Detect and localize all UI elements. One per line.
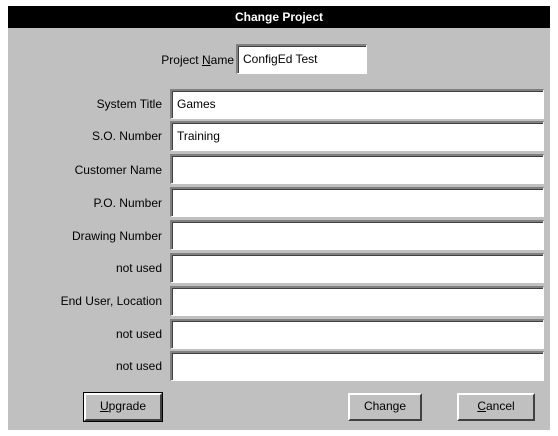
- not-used-label-2: not used: [115, 327, 162, 341]
- not-used-label-1: not used: [115, 261, 162, 275]
- system-title-field[interactable]: Games: [170, 89, 544, 119]
- not-used-label-3: not used: [115, 359, 162, 373]
- so-number-label: S.O. Number: [91, 129, 162, 143]
- end-user-location-label: End User, Location: [60, 294, 162, 308]
- dialog-title: Change Project: [8, 6, 550, 28]
- change-button[interactable]: Change: [348, 393, 422, 421]
- project-name-label: Project Name: [161, 53, 234, 67]
- cancel-button[interactable]: Cancel: [457, 393, 535, 421]
- customer-name-label: Customer Name: [74, 163, 162, 177]
- not-used-field-1[interactable]: [170, 253, 544, 283]
- customer-name-field[interactable]: [170, 154, 544, 184]
- change-project-dialog: Change Project Project Name ConfigEd Tes…: [8, 6, 550, 430]
- so-number-field[interactable]: Training: [170, 121, 544, 151]
- not-used-field-2[interactable]: [170, 319, 544, 349]
- po-number-field[interactable]: [170, 187, 544, 217]
- end-user-location-field[interactable]: [170, 286, 544, 316]
- project-name-field[interactable]: ConfigEd Test: [236, 44, 367, 74]
- drawing-number-label: Drawing Number: [71, 229, 162, 243]
- system-title-label: System Title: [96, 97, 162, 111]
- upgrade-button[interactable]: Upgrade: [83, 392, 163, 422]
- drawing-number-field[interactable]: [170, 220, 544, 250]
- not-used-field-3[interactable]: [170, 351, 544, 381]
- po-number-label: P.O. Number: [93, 196, 162, 210]
